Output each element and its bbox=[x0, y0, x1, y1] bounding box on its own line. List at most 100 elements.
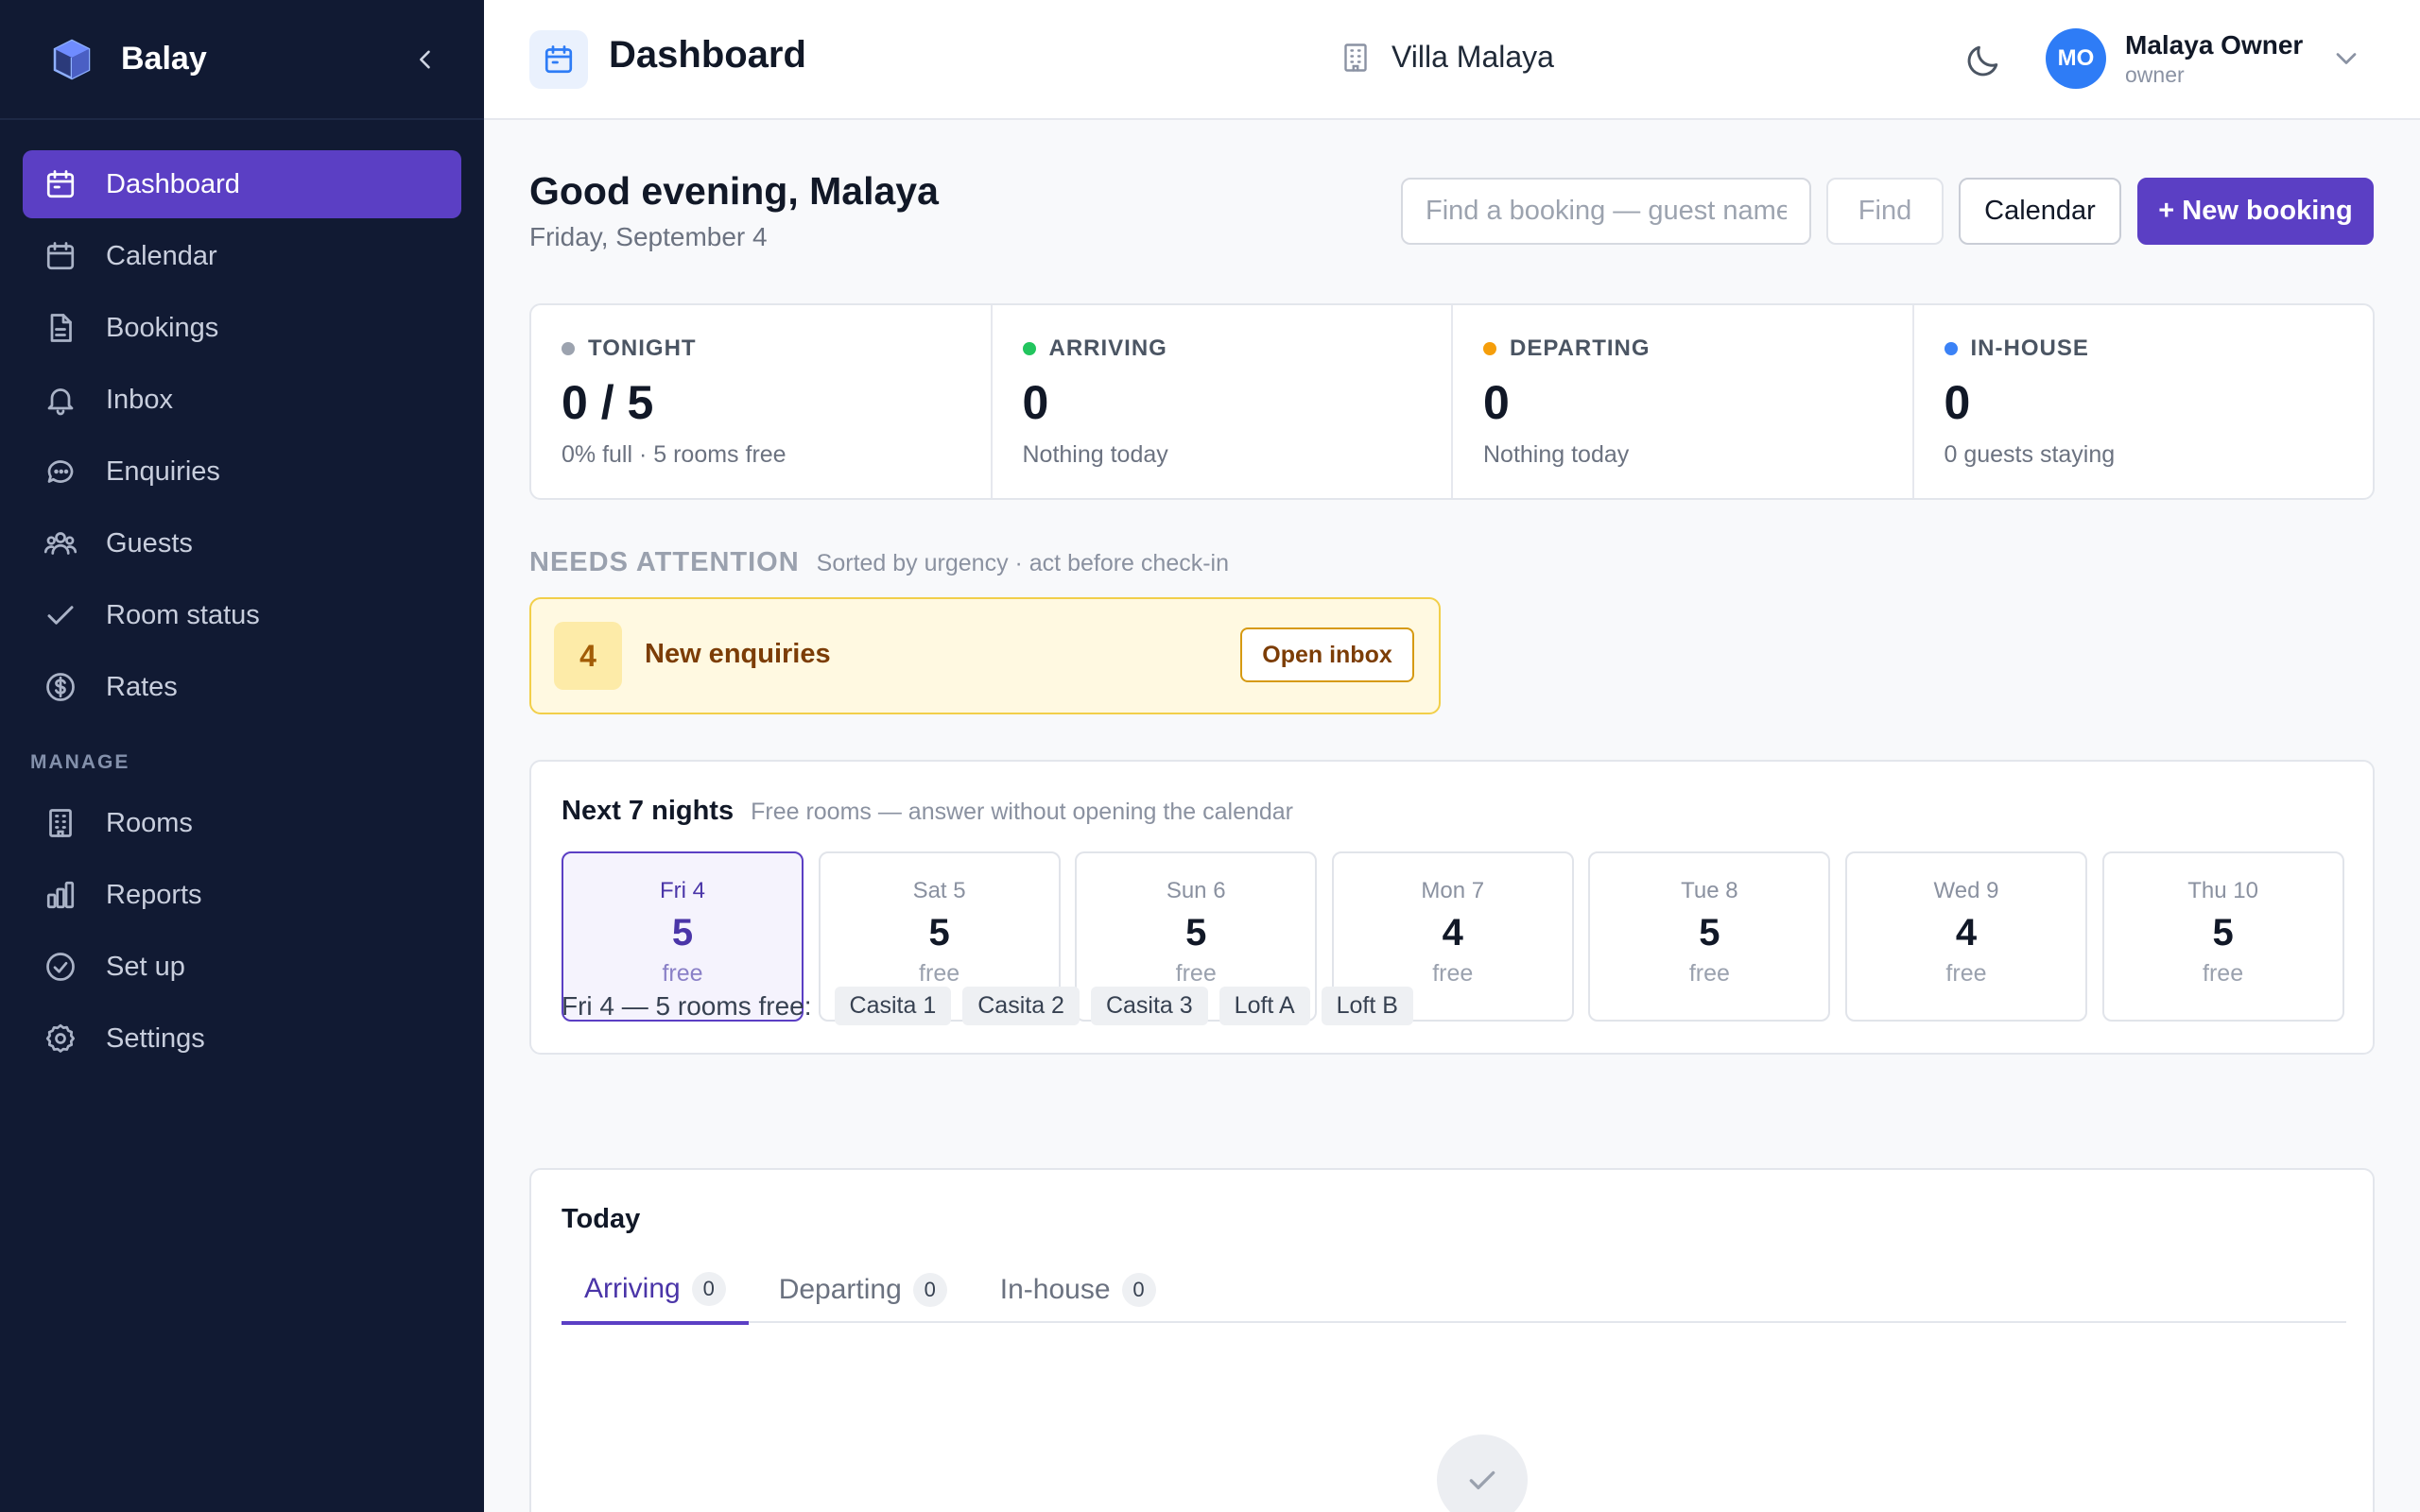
sidebar-item-set-up[interactable]: Set up bbox=[23, 933, 461, 1001]
sidebar-item-reports[interactable]: Reports bbox=[23, 861, 461, 929]
stat-sub: 0 guests staying bbox=[1944, 441, 2116, 468]
chat-icon bbox=[47, 460, 74, 483]
theme-toggle-button[interactable] bbox=[1962, 40, 2004, 81]
room-chip[interactable]: Loft A bbox=[1219, 987, 1310, 1025]
sidebar-item-enquiries[interactable]: Enquiries bbox=[23, 438, 461, 506]
sidebar-item-label: Settings bbox=[106, 1022, 205, 1054]
room-chip[interactable]: Loft B bbox=[1321, 987, 1413, 1025]
check-icon bbox=[47, 606, 74, 625]
building-icon bbox=[49, 809, 72, 837]
stat-value: 0 bbox=[1022, 376, 1049, 429]
sidebar-item-inbox[interactable]: Inbox bbox=[23, 366, 461, 434]
sidebar-item-room-status[interactable]: Room status bbox=[23, 581, 461, 649]
today-panel: Today Arriving 0 Departing 0 In-house 0 bbox=[529, 1168, 2375, 1512]
stat-label: ARRIVING bbox=[1048, 335, 1167, 361]
calendar-button[interactable]: Calendar bbox=[1959, 178, 2121, 245]
moon-icon bbox=[1967, 45, 1998, 77]
page-icon bbox=[529, 30, 588, 89]
day-free-label: free bbox=[1945, 960, 1987, 987]
next-nights-panel: Next 7 nights Free rooms — answer withou… bbox=[529, 760, 2375, 1055]
day-free-count: 5 bbox=[671, 912, 694, 954]
property-name: Villa Malaya bbox=[1392, 40, 1554, 74]
current-date: Friday, September 4 bbox=[529, 222, 768, 251]
sidebar-nav: Dashboard Calendar Bookings Inbox Enquir… bbox=[0, 120, 484, 1073]
tab-arriving[interactable]: Arriving 0 bbox=[562, 1257, 749, 1325]
sidebar-item-label: Calendar bbox=[106, 240, 217, 271]
find-button[interactable]: Find bbox=[1826, 178, 1944, 245]
topbar: Dashboard Villa Malaya MO Malaya Owner o… bbox=[484, 0, 2420, 120]
sidebar-item-settings[interactable]: Settings bbox=[23, 1005, 461, 1073]
free-rooms-row: Fri 4 — 5 rooms free: Casita 1 Casita 2 … bbox=[562, 987, 1413, 1025]
day-free-label: free bbox=[1432, 960, 1474, 987]
sidebar-item-dashboard[interactable]: Dashboard bbox=[23, 150, 461, 218]
gear-icon bbox=[45, 1023, 75, 1053]
day-free-label: free bbox=[1688, 960, 1730, 987]
day-free-label: free bbox=[919, 960, 960, 987]
status-dot bbox=[1483, 342, 1496, 355]
count-badge: 0 bbox=[912, 1273, 947, 1307]
day-name: Thu 10 bbox=[2187, 878, 2258, 903]
users-icon bbox=[43, 532, 78, 555]
day-card[interactable]: Wed 9 4 free bbox=[1844, 851, 2087, 1022]
stat-value: 0 bbox=[1483, 376, 1510, 429]
check-icon bbox=[1469, 1470, 1495, 1489]
sidebar-item-label: Reports bbox=[106, 879, 202, 910]
day-card[interactable]: Tue 8 5 free bbox=[1588, 851, 1831, 1022]
section-title: NEEDS ATTENTION bbox=[529, 547, 800, 577]
greeting: Good evening, Malaya bbox=[529, 169, 939, 213]
tab-departing[interactable]: Departing 0 bbox=[756, 1257, 970, 1323]
booking-search-input[interactable] bbox=[1401, 178, 1811, 245]
chevron-down-icon bbox=[2336, 53, 2357, 64]
tab-label: Departing bbox=[778, 1274, 902, 1305]
tab-in-house[interactable]: In-house 0 bbox=[977, 1257, 1179, 1323]
count-badge: 0 bbox=[691, 1272, 726, 1306]
stat-tonight: TONIGHT 0 / 5 0% full · 5 rooms free bbox=[531, 305, 993, 498]
collapse-sidebar-button[interactable] bbox=[405, 39, 446, 80]
calendar-icon bbox=[544, 45, 573, 74]
stat-label: TONIGHT bbox=[588, 335, 697, 361]
sidebar-item-label: Dashboard bbox=[106, 168, 240, 199]
avatar: MO bbox=[2046, 28, 2106, 89]
bell-icon bbox=[47, 388, 74, 416]
today-tabs: Arriving 0 Departing 0 In-house 0 bbox=[562, 1257, 2346, 1325]
bar-chart-icon bbox=[46, 881, 75, 909]
day-name: Fri 4 bbox=[660, 878, 705, 903]
day-card[interactable]: Thu 10 5 free bbox=[2101, 851, 2344, 1022]
status-dot bbox=[1022, 342, 1036, 355]
day-name: Sat 5 bbox=[912, 878, 966, 903]
new-booking-button[interactable]: + New booking bbox=[2137, 178, 2374, 245]
sidebar-item-label: Rooms bbox=[106, 807, 193, 838]
day-free-count: 4 bbox=[1955, 912, 1978, 954]
tab-label: Arriving bbox=[584, 1273, 681, 1304]
user-menu[interactable]: MO Malaya Owner owner bbox=[2046, 28, 2363, 89]
sidebar-item-guests[interactable]: Guests bbox=[23, 509, 461, 577]
stat-sub: Nothing today bbox=[1483, 441, 1630, 468]
dollar-icon bbox=[46, 673, 75, 701]
calendar-icon bbox=[46, 242, 75, 270]
section-title: Today bbox=[562, 1204, 641, 1234]
day-free-count: 5 bbox=[928, 912, 950, 954]
sidebar-item-label: Enquiries bbox=[106, 455, 220, 487]
brand-name: Balay bbox=[121, 41, 207, 77]
brand: Balay bbox=[0, 0, 484, 120]
sidebar: Balay Dashboard Calendar Bookings Inbox … bbox=[0, 0, 484, 1512]
attention-count: 4 bbox=[554, 622, 622, 690]
room-chip[interactable]: Casita 2 bbox=[962, 987, 1080, 1025]
status-dot bbox=[562, 342, 575, 355]
sidebar-item-rooms[interactable]: Rooms bbox=[23, 789, 461, 857]
sidebar-section-manage: MANAGE bbox=[30, 751, 130, 773]
day-name: Tue 8 bbox=[1681, 878, 1738, 903]
sidebar-item-calendar[interactable]: Calendar bbox=[23, 222, 461, 290]
count-badge: 0 bbox=[1121, 1273, 1156, 1307]
day-free-count: 5 bbox=[1699, 912, 1720, 954]
property-selector[interactable]: Villa Malaya bbox=[1339, 40, 1554, 75]
calendar-icon bbox=[46, 170, 75, 198]
room-chip[interactable]: Casita 1 bbox=[834, 987, 952, 1025]
stat-arriving: ARRIVING 0 Nothing today bbox=[993, 305, 1453, 498]
page-title: Dashboard bbox=[609, 34, 806, 76]
room-chip[interactable]: Casita 3 bbox=[1090, 987, 1208, 1025]
sidebar-item-bookings[interactable]: Bookings bbox=[23, 294, 461, 362]
main-content: Good evening, Malaya Friday, September 4… bbox=[484, 122, 2420, 1512]
sidebar-item-rates[interactable]: Rates bbox=[23, 653, 461, 721]
open-inbox-button[interactable]: Open inbox bbox=[1240, 627, 1414, 682]
